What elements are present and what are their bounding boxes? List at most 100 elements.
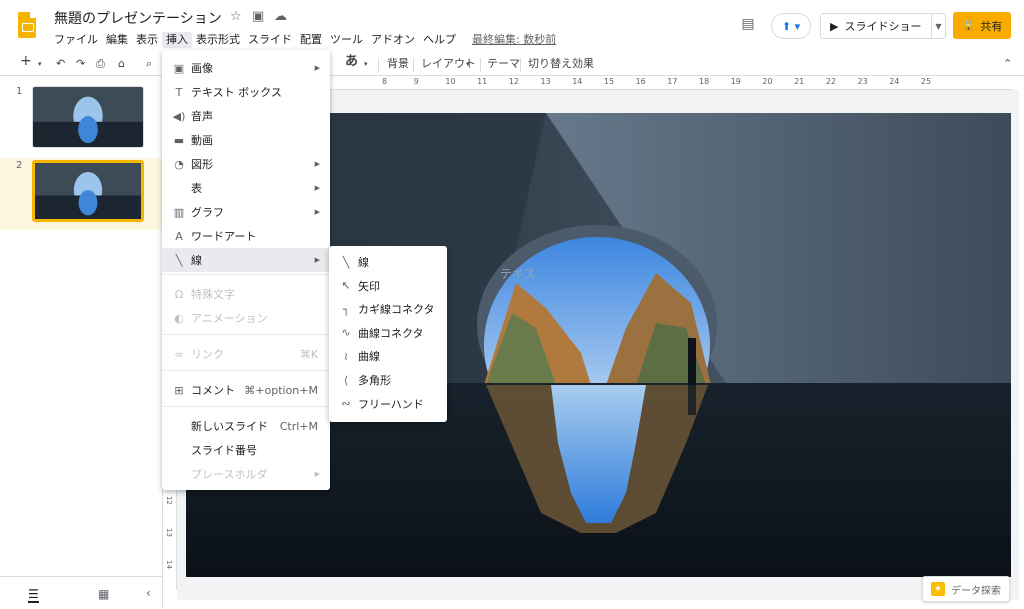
insert-menu-video[interactable]: ▬ 動画 bbox=[162, 128, 330, 152]
insert-menu-new-slide[interactable]: 新しいスライド Ctrl+M bbox=[162, 414, 330, 438]
line-submenu-curve[interactable]: ≀ 曲線 bbox=[329, 344, 447, 368]
line-submenu-polyline[interactable]: ⟨ 多角形 bbox=[329, 368, 447, 392]
slide-thumbnail-2[interactable] bbox=[32, 160, 144, 222]
menu-view[interactable]: 表示 bbox=[132, 32, 162, 48]
menu-help[interactable]: ヘルプ bbox=[419, 32, 460, 48]
play-icon: ▶ bbox=[830, 19, 839, 33]
ruler-tick-label: 11 bbox=[477, 77, 488, 86]
ruler-tick-label: 17 bbox=[667, 77, 678, 86]
menu-arrange[interactable]: 配置 bbox=[296, 32, 326, 48]
menu-addons[interactable]: アドオン bbox=[367, 32, 419, 48]
print-icon[interactable]: ⎙ bbox=[96, 56, 105, 72]
input-tools-button[interactable]: あ bbox=[345, 54, 358, 70]
line-submenu-line[interactable]: ╲ 線 bbox=[329, 250, 447, 274]
slide-thumbnail-1[interactable] bbox=[32, 86, 144, 148]
insert-menu-slide-number[interactable]: スライド番号 bbox=[162, 438, 330, 462]
line-submenu-arrow[interactable]: ↖ 矢印 bbox=[329, 274, 447, 298]
insert-menu-audio[interactable]: ◀) 音声 bbox=[162, 104, 330, 128]
menu-item-label: 音声 bbox=[191, 110, 213, 123]
menu-item-label: ワードアート bbox=[191, 230, 257, 243]
line-submenu-elbow-connector[interactable]: ┐ カギ線コネクタ bbox=[329, 297, 447, 321]
insert-menu-shape[interactable]: ◔ 図形 ▶ bbox=[162, 152, 330, 176]
menu-shortcut: Ctrl+M bbox=[279, 419, 318, 433]
line-submenu-curved-connector[interactable]: ∿ 曲線コネクタ bbox=[329, 321, 447, 345]
insert-menu-comment[interactable]: ⊞ コメント ⌘+option+M bbox=[162, 378, 330, 402]
explore-icon: ✦ bbox=[931, 582, 945, 596]
textbox-icon: T bbox=[175, 85, 183, 99]
menu-item-label: 画像 bbox=[191, 62, 213, 75]
ruler-tick-label: 20 bbox=[762, 77, 773, 86]
grid-view-icon[interactable]: ▦ bbox=[98, 587, 109, 601]
line-submenu-scribble[interactable]: ∾ フリーハンド bbox=[329, 392, 447, 416]
slide-number: 2 bbox=[16, 160, 23, 171]
slideshow-button[interactable]: ▶ スライドショー ▼ bbox=[820, 13, 946, 39]
cloud-status-icon[interactable]: ☁ bbox=[274, 9, 287, 24]
move-folder-icon[interactable]: ▣ bbox=[252, 9, 264, 24]
menu-item-label: スライド番号 bbox=[191, 444, 257, 457]
menu-item-label: フリーハンド bbox=[358, 397, 424, 411]
insert-menu-textbox[interactable]: T テキスト ボックス bbox=[162, 80, 330, 104]
undo-icon[interactable]: ↶ bbox=[56, 56, 65, 72]
menu-file[interactable]: ファイル bbox=[50, 32, 102, 48]
menu-format[interactable]: 表示形式 bbox=[192, 32, 244, 48]
filmstrip-view-icon[interactable]: ☰ bbox=[28, 587, 39, 603]
ruler-tick-label: 21 bbox=[794, 77, 805, 86]
menu-item-label: 矢印 bbox=[358, 279, 380, 293]
layout-dropdown-icon[interactable]: ▾ bbox=[466, 56, 470, 72]
line-icon: ╲ bbox=[342, 255, 350, 269]
insert-menu-placeholder: プレースホルダ ▶ bbox=[162, 462, 330, 486]
submenu-arrow-icon: ▶ bbox=[314, 470, 320, 478]
comment-icon: ⊞ bbox=[174, 383, 184, 397]
star-icon[interactable]: ☆ bbox=[230, 9, 242, 24]
insert-menu-chart[interactable]: ▥ グラフ ▶ bbox=[162, 200, 330, 224]
line-icon: ╲ bbox=[175, 253, 183, 267]
submenu-arrow-icon: ▶ bbox=[314, 160, 320, 168]
new-slide-dropdown-icon[interactable]: ▾ bbox=[38, 56, 42, 72]
insert-menu-image[interactable]: ▣ 画像 ▶ bbox=[162, 56, 330, 80]
new-slide-icon[interactable]: + bbox=[20, 53, 32, 69]
menu-item-label: カギ線コネクタ bbox=[358, 303, 435, 317]
menu-insert[interactable]: 挿入 bbox=[162, 32, 192, 48]
ruler-tick-label: 10 bbox=[445, 77, 456, 86]
slideshow-label: スライドショー bbox=[844, 20, 922, 33]
present-to-meeting-button[interactable]: ⬆ ▾ bbox=[771, 13, 811, 39]
slides-logo[interactable] bbox=[18, 12, 36, 38]
comment-history-icon[interactable]: ▤ bbox=[738, 15, 758, 33]
menu-slide[interactable]: スライド bbox=[244, 32, 296, 48]
menu-item-label: グラフ bbox=[191, 206, 224, 219]
collapse-toolbar-icon[interactable]: ⌃ bbox=[1003, 56, 1012, 72]
input-tools-dropdown-icon[interactable]: ▾ bbox=[364, 56, 368, 72]
insert-menu-wordart[interactable]: A ワードアート bbox=[162, 224, 330, 248]
collapse-filmstrip-icon[interactable]: ‹ bbox=[146, 586, 151, 600]
submenu-arrow-icon: ▶ bbox=[314, 184, 320, 192]
insert-menu-animation: ◐ アニメーション bbox=[162, 306, 330, 330]
background-button[interactable]: 背景 bbox=[387, 56, 409, 72]
menu-tools[interactable]: ツール bbox=[326, 32, 367, 48]
explore-label: データ探索 bbox=[951, 585, 1001, 597]
last-edit-link[interactable]: 最終編集: 数秒前 bbox=[468, 32, 560, 48]
toolbar: + ▾ ↶ ↷ ⎙ ⌂ ⌕ あ ▾ 背景 レイアウト ▾ テーマ 切り替え効果 … bbox=[0, 52, 1024, 76]
share-button[interactable]: 🔒 共有 bbox=[953, 12, 1011, 39]
zoom-icon[interactable]: ⌕ bbox=[146, 56, 152, 72]
explore-button[interactable]: ✦ データ探索 bbox=[922, 576, 1010, 602]
paint-format-icon[interactable]: ⌂ bbox=[118, 56, 125, 72]
slideshow-dropdown[interactable]: ▼ bbox=[931, 14, 945, 38]
share-label: 共有 bbox=[980, 19, 1003, 33]
insert-menu-line[interactable]: ╲ 線 ▶ bbox=[162, 248, 330, 272]
redo-icon[interactable]: ↷ bbox=[76, 56, 85, 72]
menu-item-label: 図形 bbox=[191, 158, 213, 171]
animation-icon: ◐ bbox=[174, 311, 184, 325]
document-title[interactable]: 無題のプレゼンテーション bbox=[54, 8, 222, 28]
menu-item-label: リンク bbox=[191, 348, 224, 361]
theme-button[interactable]: テーマ bbox=[487, 56, 520, 72]
slide-text-box[interactable]: テキス bbox=[500, 265, 536, 282]
menu-item-label: 線 bbox=[191, 254, 202, 267]
insert-menu-table[interactable]: 表 ▶ bbox=[162, 176, 330, 200]
menu-edit[interactable]: 編集 bbox=[102, 32, 132, 48]
submenu-arrow-icon: ▶ bbox=[314, 256, 320, 264]
ruler-tick-label: 24 bbox=[889, 77, 900, 86]
ruler-tick-label: 13 bbox=[165, 528, 173, 537]
transition-button[interactable]: 切り替え効果 bbox=[528, 56, 594, 72]
line-submenu: ╲ 線 ↖ 矢印 ┐ カギ線コネクタ ∿ 曲線コネクタ ≀ 曲線 ⟨ 多角形 ∾ フリーハンド bbox=[329, 246, 447, 422]
ruler-tick-label: 19 bbox=[730, 77, 741, 86]
